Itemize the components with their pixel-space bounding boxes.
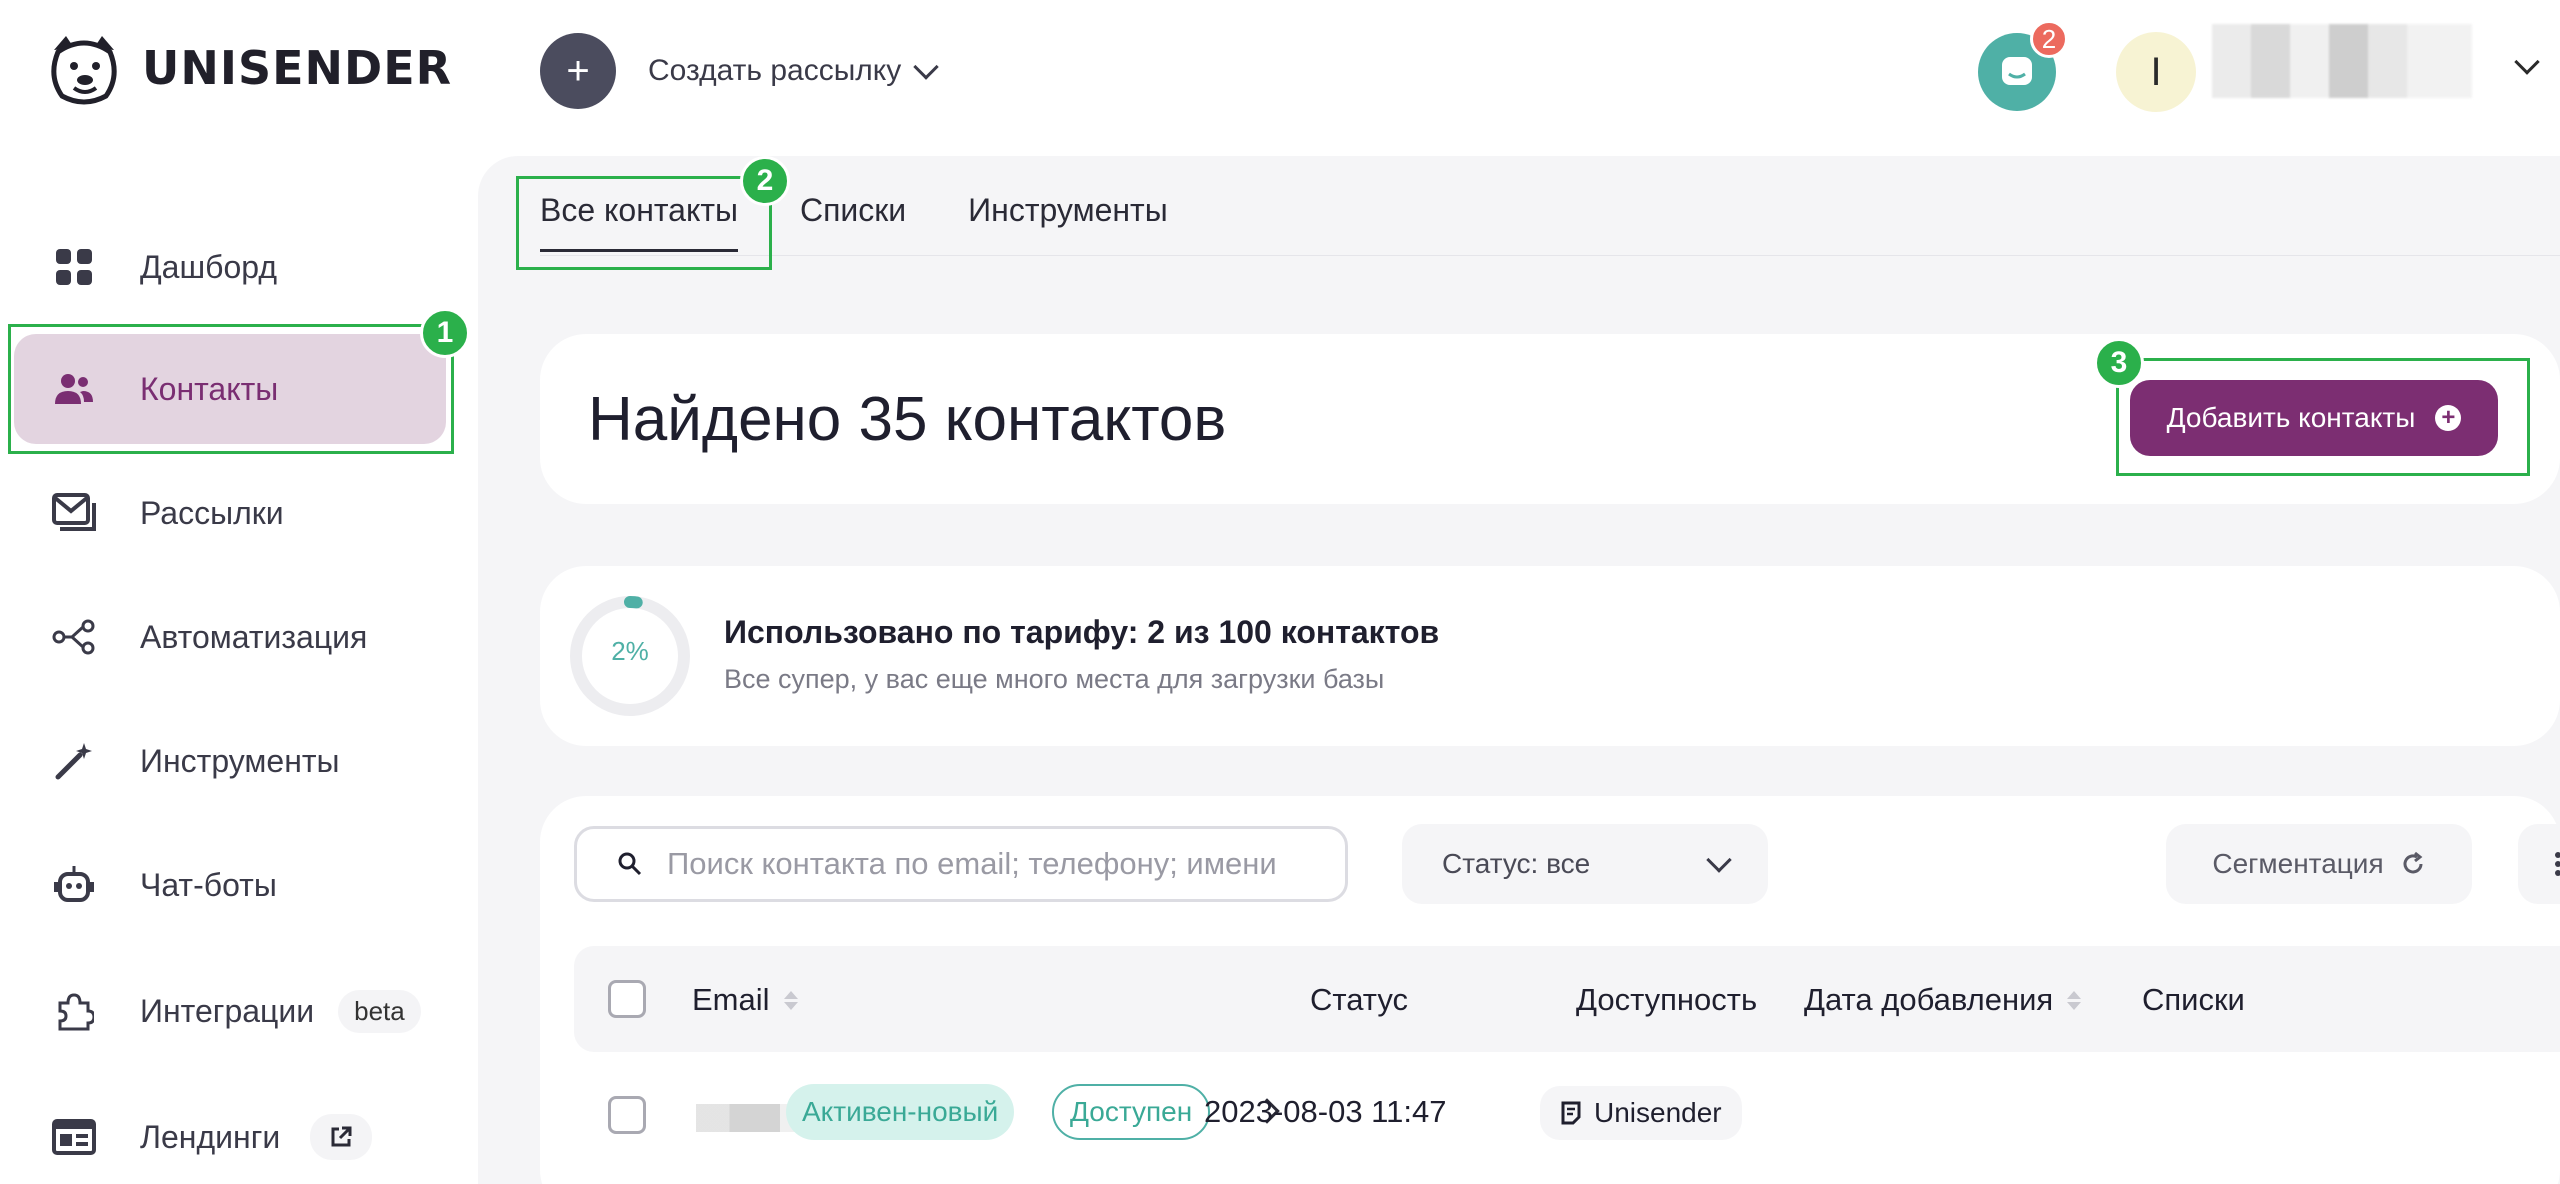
more-vertical-icon — [2555, 852, 2560, 876]
column-status: Статус — [1310, 982, 1408, 1018]
robot-icon — [48, 859, 100, 911]
landing-icon — [48, 1111, 100, 1163]
list-chip[interactable]: Unisender — [1540, 1086, 1742, 1140]
status-badge: Активен-новый — [786, 1084, 1015, 1140]
external-link-icon[interactable] — [310, 1114, 373, 1160]
sidebar-item-landings[interactable]: Лендинги — [14, 1082, 446, 1184]
sidebar-item-chatbots[interactable]: Чат-боты — [14, 830, 446, 940]
user-menu-toggle[interactable] — [2514, 49, 2540, 76]
column-availability: Доступность — [1576, 982, 1757, 1018]
tabs-divider — [540, 255, 2560, 256]
list-name: Unisender — [1594, 1097, 1722, 1128]
date-added-cell: 2023-08-03 11:47 — [1204, 1094, 1447, 1129]
column-date-added[interactable]: Дата добавления — [1804, 982, 2082, 1018]
tab-tools[interactable]: Инструменты — [968, 192, 1168, 252]
status-filter-select[interactable]: Статус: все — [1402, 824, 1768, 904]
segmentation-button[interactable]: Сегментация — [2166, 824, 2472, 904]
dog-logo-icon — [51, 36, 117, 105]
refresh-icon — [2403, 851, 2423, 874]
puzzle-icon — [48, 985, 100, 1037]
sidebar-item-label: Автоматизация — [140, 618, 368, 655]
availability-badge: Доступен — [1052, 1084, 1211, 1140]
column-availability-label: Доступность — [1576, 982, 1758, 1017]
sort-icon — [2067, 990, 2082, 1010]
annotation-badge-1: 1 — [420, 308, 470, 358]
table-header: Email Статус Доступность Дата добавления… — [574, 946, 2560, 1052]
sidebar-item-label: Лендинги — [140, 1118, 281, 1155]
logo[interactable]: UNISENDER — [44, 30, 452, 106]
chat-icon — [2002, 57, 2032, 85]
contacts-table-card: Поиск контакта по email; телефону; имени… — [540, 796, 2560, 1184]
plus-icon: + — [566, 48, 590, 93]
create-campaign-button[interactable]: + — [540, 33, 616, 109]
usage-percent: 2% — [611, 636, 649, 666]
select-all-checkbox[interactable] — [608, 980, 646, 1018]
usage-subtitle: Все супер, у вас еще много места для заг… — [724, 664, 1385, 694]
column-status-label: Статус — [1310, 982, 1408, 1017]
sidebar-item-integrations[interactable]: Интеграции beta — [14, 956, 446, 1066]
sidebar-item-label: Инструменты — [140, 742, 340, 779]
column-date-label: Дата добавления — [1804, 982, 2054, 1017]
page-title: Найдено 35 контактов — [588, 385, 1227, 454]
beta-badge: beta — [338, 989, 421, 1033]
sidebar-item-label: Дашборд — [140, 248, 277, 285]
chevron-down-icon — [2514, 49, 2540, 75]
search-input[interactable]: Поиск контакта по email; телефону; имени — [574, 826, 1348, 902]
search-icon — [618, 852, 642, 876]
tab-lists[interactable]: Списки — [800, 192, 906, 252]
column-lists-label: Списки — [2142, 982, 2245, 1017]
usage-title: Использовано по тарифу: 2 из 100 контакт… — [724, 614, 1440, 650]
logo-text: UNISENDER — [142, 41, 453, 95]
sidebar-item-campaigns[interactable]: Рассылки — [14, 458, 446, 568]
dashboard-icon — [48, 241, 100, 293]
automation-icon — [48, 611, 100, 663]
sidebar-item-automation[interactable]: Автоматизация — [14, 582, 446, 692]
sidebar-item-label: Интеграции — [140, 992, 315, 1029]
main-content: Все контакты Списки Инструменты 2 Найден… — [478, 156, 2560, 1184]
highlight-box-2 — [516, 176, 772, 270]
document-icon — [1561, 1101, 1581, 1125]
chevron-down-icon — [1706, 847, 1732, 873]
top-header: UNISENDER + Создать рассылку 2 I — [0, 0, 2560, 150]
chevron-down-icon — [913, 54, 939, 80]
more-options-button[interactable] — [2518, 824, 2560, 904]
sidebar-item-tools[interactable]: Инструменты — [14, 706, 446, 816]
mail-icon — [48, 487, 100, 539]
column-email-label: Email — [692, 982, 770, 1017]
highlight-box-1 — [8, 324, 454, 454]
column-email[interactable]: Email — [692, 982, 798, 1018]
search-placeholder: Поиск контакта по email; телефону; имени — [667, 846, 1277, 881]
sidebar-item-label: Рассылки — [140, 494, 284, 531]
sidebar: Дашборд Контакты Рассылки Автоматизация … — [0, 150, 478, 1184]
user-name-redacted — [2212, 24, 2472, 98]
usage-card: 2% Использовано по тарифу: 2 из 100 конт… — [540, 566, 2560, 746]
column-lists: Списки — [2142, 982, 2245, 1018]
notification-badge: 2 — [2030, 20, 2068, 58]
user-avatar[interactable]: I — [2116, 32, 2196, 112]
row-checkbox[interactable] — [608, 1096, 646, 1134]
highlight-box-3 — [2116, 358, 2530, 476]
status-filter-label: Статус: все — [1442, 848, 1591, 879]
create-campaign-dropdown[interactable]: Создать рассылку — [648, 54, 939, 88]
sort-icon — [783, 990, 798, 1010]
magic-wand-icon — [48, 735, 100, 787]
annotation-badge-3: 3 — [2094, 338, 2144, 388]
sidebar-item-dashboard[interactable]: Дашборд — [14, 212, 446, 322]
annotation-badge-2: 2 — [740, 156, 790, 206]
sidebar-item-label: Чат-боты — [140, 866, 277, 903]
segmentation-label: Сегментация — [2212, 848, 2384, 879]
create-campaign-label: Создать рассылку — [648, 54, 902, 87]
